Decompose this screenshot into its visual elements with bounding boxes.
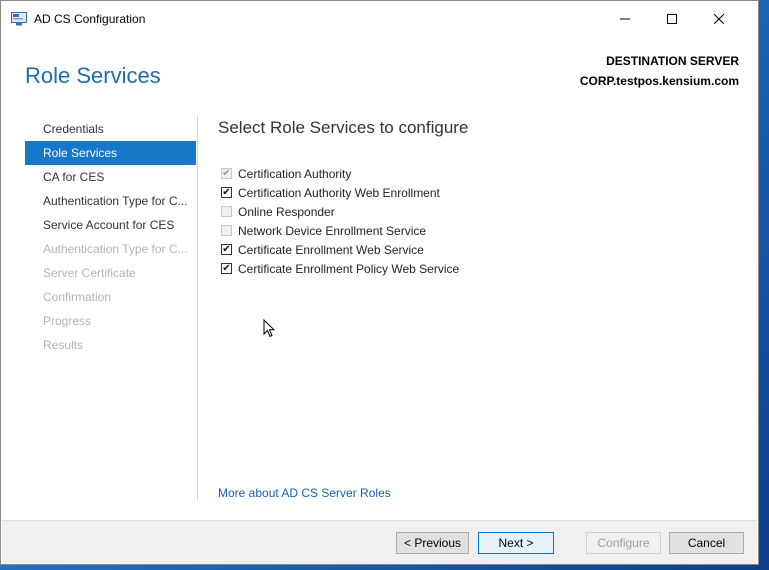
service-row: ✔ Certification Authority (221, 164, 459, 183)
title-bar[interactable]: AD CS Configuration (1, 1, 758, 37)
nav-item-results: Results (43, 338, 84, 352)
service-checkbox[interactable] (221, 225, 232, 236)
service-row: ✔ Certificate Enrollment Policy Web Serv… (221, 259, 459, 278)
next-button[interactable]: Next > (478, 532, 554, 554)
mouse-cursor-icon (263, 318, 276, 343)
wizard-footer: < Previous Next > Configure Cancel (2, 520, 757, 564)
nav-item-credentials[interactable]: Credentials (25, 117, 196, 141)
service-checkbox[interactable]: ✔ (221, 187, 232, 198)
nav-item-progress: Progress (43, 314, 92, 328)
destination-server-label: DESTINATION SERVER (606, 54, 739, 68)
service-checkbox[interactable]: ✔ (221, 244, 232, 255)
window-title: AD CS Configuration (34, 12, 146, 26)
nav-item-confirmation: Confirmation (43, 290, 112, 304)
page-title: Role Services (25, 63, 161, 88)
nav-divider (197, 115, 198, 501)
role-services-list: ✔ Certification Authority ✔ Certificatio… (221, 164, 459, 278)
service-row: Online Responder (221, 202, 459, 221)
maximize-icon (667, 14, 677, 24)
minimize-button[interactable] (602, 1, 648, 37)
more-about-roles-link[interactable]: More about AD CS Server Roles (218, 486, 391, 500)
nav-item-ca-for-ces[interactable]: CA for CES (25, 165, 196, 189)
service-label: Certificate Enrollment Web Service (238, 242, 424, 257)
service-label: Online Responder (238, 204, 335, 219)
nav-item-server-certificate: Server Certificate (43, 266, 136, 280)
close-icon (714, 14, 724, 24)
nav-item-authentication-type-cep: Authentication Type for C... (43, 242, 188, 256)
nav-item-authentication-type-ces[interactable]: Authentication Type for C... (25, 189, 196, 213)
service-label: Network Device Enrollment Service (238, 223, 427, 238)
nav-item-role-services[interactable]: Role Services (25, 141, 196, 165)
service-row: ✔ Certificate Enrollment Web Service (221, 240, 459, 259)
service-row: Network Device Enrollment Service (221, 221, 459, 240)
minimize-icon (620, 18, 630, 20)
section-title: Select Role Services to configure (218, 118, 469, 137)
service-label: Certification Authority Web Enrollment (238, 185, 440, 200)
service-label: Certificate Enrollment Policy Web Servic… (238, 261, 460, 276)
wizard-nav: Credentials Role Services CA for CES Aut… (25, 117, 196, 357)
wizard-content: Role Services DESTINATION SERVER CORP.te… (2, 37, 757, 520)
destination-server-name: CORP.testpos.kensium.com (579, 74, 739, 88)
ad-cs-configuration-window: AD CS Configuration Role Services DESTIN… (0, 0, 759, 565)
nav-item-service-account-ces[interactable]: Service Account for CES (25, 213, 196, 237)
service-checkbox[interactable] (221, 206, 232, 217)
service-row: ✔ Certification Authority Web Enrollment (221, 183, 459, 202)
close-button[interactable] (696, 1, 742, 37)
service-checkbox[interactable]: ✔ (221, 263, 232, 274)
service-checkbox[interactable]: ✔ (221, 168, 232, 179)
service-label: Certification Authority (238, 166, 352, 181)
cancel-button[interactable]: Cancel (669, 532, 744, 554)
previous-button[interactable]: < Previous (396, 532, 469, 554)
server-manager-icon (11, 12, 27, 26)
configure-button: Configure (586, 532, 661, 554)
maximize-button[interactable] (649, 1, 695, 37)
